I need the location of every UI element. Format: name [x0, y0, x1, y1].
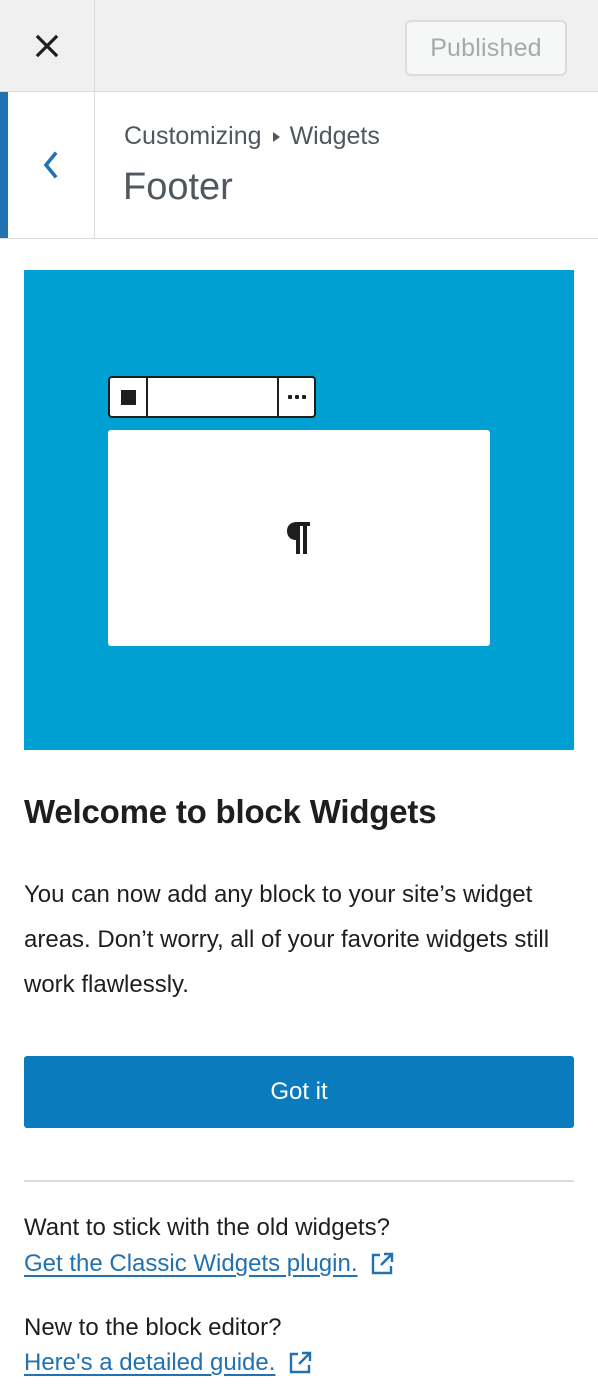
- close-icon: [35, 34, 59, 57]
- illustration-block-toolbar: [108, 376, 316, 418]
- more-options-icon: [277, 378, 314, 416]
- welcome-heading: Welcome to block Widgets: [24, 793, 437, 830]
- illustration-paragraph-block: [108, 430, 490, 646]
- divider: [24, 1180, 574, 1182]
- external-link-icon: [287, 1350, 313, 1376]
- section-header: Customizing Widgets Footer: [0, 92, 598, 239]
- block-editor-prompt: New to the block editor?: [24, 1314, 282, 1341]
- paragraph-icon: [287, 522, 310, 554]
- publish-button[interactable]: Published: [405, 20, 567, 76]
- external-link-icon: [369, 1251, 395, 1277]
- close-button[interactable]: [0, 0, 95, 91]
- breadcrumb-widgets: Widgets: [289, 122, 380, 150]
- breadcrumb-customizing: Customizing: [124, 122, 262, 150]
- detailed-guide-link-label: Here's a detailed guide.: [24, 1349, 276, 1376]
- got-it-button[interactable]: Got it: [24, 1056, 574, 1128]
- welcome-description: You can now add any block to your site’s…: [24, 881, 550, 998]
- classic-widgets-plugin-link[interactable]: Get the Classic Widgets plugin.: [24, 1250, 395, 1278]
- classic-widgets-link-label: Get the Classic Widgets plugin.: [24, 1250, 358, 1277]
- block-square-icon: [110, 378, 148, 416]
- welcome-illustration: [24, 270, 574, 750]
- detailed-guide-link[interactable]: Here's a detailed guide.: [24, 1349, 313, 1377]
- breadcrumb: Customizing Widgets: [124, 122, 380, 151]
- breadcrumb-separator-icon: [272, 131, 280, 142]
- customizer-header: Published: [0, 0, 598, 92]
- chevron-left-icon: [43, 151, 58, 179]
- section-title: Footer: [123, 166, 233, 208]
- back-button[interactable]: [0, 92, 95, 238]
- classic-widgets-prompt: Want to stick with the old widgets?: [24, 1214, 390, 1241]
